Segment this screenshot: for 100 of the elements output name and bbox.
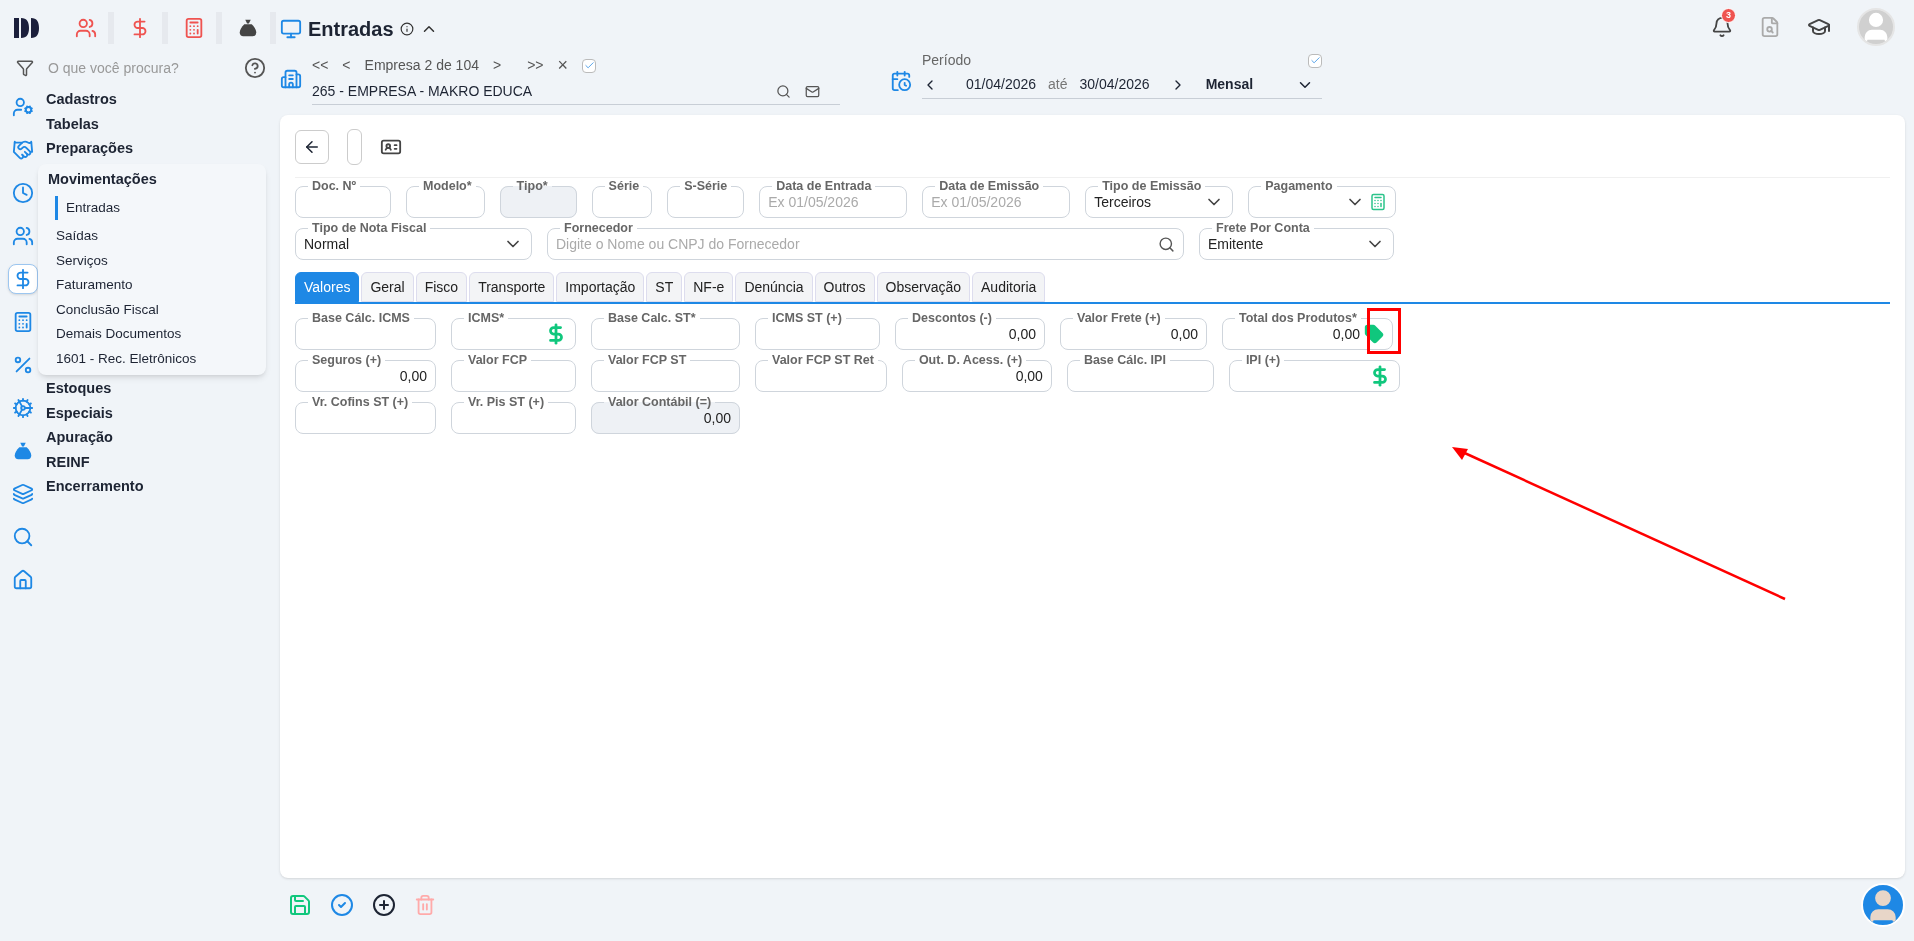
input-field[interactable]: Base Calc. ST* (591, 312, 740, 350)
back-button[interactable] (295, 130, 329, 164)
building-icon (280, 68, 302, 90)
menu-item[interactable]: Estoques (46, 377, 266, 402)
menu-item[interactable]: Encerramento (46, 475, 266, 500)
field-label: Base Cálc. IPI (1082, 354, 1167, 366)
field-label: Tipo* (515, 180, 549, 192)
input-field[interactable]: Valor FCP (451, 354, 576, 392)
confirm-icon[interactable] (330, 893, 354, 917)
input-field[interactable]: Tipo de Nota Fiscal Normal (295, 222, 532, 260)
field-placeholder: Ex 01/05/2026 (931, 192, 1023, 212)
field-label: Base Calc. ST* (607, 312, 697, 324)
field-value: 0,00 (398, 366, 427, 386)
submenu-item[interactable]: 1601 - Rec. Eletrônicos (48, 346, 266, 371)
document-search-icon[interactable] (1759, 16, 1781, 38)
input-field[interactable]: Data de Entrada Ex 01/05/2026 (759, 180, 908, 218)
tab[interactable]: Outros (814, 272, 875, 302)
submenu-item[interactable]: Faturamento (48, 273, 266, 298)
input-field[interactable]: Valor Frete (+) 0,00 (1060, 312, 1207, 350)
period-mode[interactable]: Mensal (1205, 74, 1284, 95)
calendar-icon (890, 70, 912, 92)
menu-item[interactable]: Apuração (46, 426, 266, 451)
first-button[interactable]: << (312, 55, 329, 76)
input-field[interactable]: Base Cálc. IPI (1066, 354, 1214, 392)
input-field[interactable]: ICMS* (451, 312, 576, 350)
input-field[interactable]: Valor FCP ST Ret (755, 354, 887, 392)
menu-item[interactable]: Preparações (46, 137, 266, 162)
check-icon (1309, 55, 1321, 66)
input-field[interactable]: Seguros (+) 0,00 (295, 354, 436, 392)
menu-item[interactable]: REINF (46, 450, 266, 475)
next-button[interactable]: > (492, 55, 502, 76)
calculator-icon (1369, 193, 1388, 211)
rail-item[interactable] (8, 264, 38, 294)
checkbox[interactable] (1308, 53, 1322, 68)
field-label: ICMS* (467, 312, 506, 324)
field-label: Vr. Cofins ST (+) (311, 396, 410, 408)
menu-item[interactable]: Cadastros (46, 88, 266, 113)
submenu-item[interactable]: Conclusão Fiscal (48, 297, 266, 322)
calculator-icon (12, 311, 34, 333)
input-field[interactable]: Valor FCP ST (591, 354, 740, 392)
input-field[interactable]: ICMS ST (+) (755, 312, 880, 350)
input-field[interactable]: Série (591, 180, 653, 218)
input-field[interactable]: Base Cálc. ICMS (295, 312, 436, 350)
input-field[interactable]: IPI (+) (1228, 354, 1400, 392)
clear-button[interactable]: × (557, 52, 568, 79)
tab[interactable]: NF-e (684, 272, 734, 302)
add-icon[interactable] (372, 893, 396, 917)
input-field[interactable]: Vr. Cofins ST (+) (295, 396, 436, 434)
tab[interactable]: Transporte (469, 272, 555, 302)
input-field[interactable]: Doc. Nº (295, 180, 391, 218)
menu-item[interactable]: Movimentações (48, 167, 266, 192)
assistant-avatar[interactable] (1861, 883, 1905, 927)
last-button[interactable]: >> (527, 55, 544, 76)
tab[interactable]: ST (646, 272, 683, 302)
input-field[interactable]: Frete Por Conta Emitente (1199, 222, 1394, 260)
search-icon[interactable] (776, 84, 791, 99)
field-value: 0,00 (1007, 324, 1036, 344)
users-icon (75, 17, 97, 39)
input-field[interactable]: Tipo de Emissão Terceiros (1085, 180, 1234, 218)
help-icon[interactable] (244, 57, 266, 79)
save-icon[interactable] (288, 893, 312, 917)
input-field[interactable]: Vr. Pis ST (+) (451, 396, 576, 434)
filter-icon[interactable] (16, 59, 34, 77)
input-field[interactable]: Total dos Produtos* 0,00 (1222, 312, 1393, 350)
submenu-item[interactable]: Saídas (48, 224, 266, 249)
start-date[interactable]: 01/04/2026 (966, 74, 1037, 95)
home-icon (12, 569, 34, 591)
menu-item[interactable]: Especiais (46, 401, 266, 426)
input-field[interactable]: Out. D. Acess. (+) 0,00 (901, 354, 1052, 392)
field-label: Valor FCP (467, 354, 529, 366)
tab[interactable]: Importação (556, 272, 645, 302)
company-field[interactable]: 265 - EMPRESA - MAKRO EDUCA (312, 81, 762, 102)
submenu-item[interactable]: Demais Documentos (48, 322, 266, 347)
tab[interactable]: Geral (361, 272, 414, 302)
input-field[interactable]: Modelo* (406, 180, 485, 218)
mail-icon[interactable] (805, 84, 820, 99)
tab[interactable]: Denúncia (735, 272, 813, 302)
input-field[interactable]: S-Série (667, 180, 745, 218)
end-date[interactable]: 30/04/2026 (1079, 74, 1150, 95)
info-icon[interactable] (399, 22, 414, 36)
layers-icon (12, 483, 34, 505)
tab[interactable]: Fisco (415, 272, 468, 302)
input-field[interactable]: Fornecedor Digite o Nome ou CNPJ do Fornecedor (547, 222, 1184, 260)
input-field[interactable]: Pagamento (1248, 180, 1397, 218)
page-title: Entradas (308, 17, 394, 42)
checkbox[interactable] (582, 58, 596, 73)
submenu-item[interactable]: Serviços (48, 248, 266, 273)
input-field[interactable]: Descontos (-) 0,00 (895, 312, 1045, 350)
bell-icon[interactable] (1711, 16, 1733, 38)
menu-item[interactable]: Tabelas (46, 112, 266, 137)
tab[interactable]: Auditoria (972, 272, 1046, 302)
highlight-box (1367, 308, 1401, 354)
user-gear-icon (12, 96, 34, 118)
input-field[interactable]: Data de Emissão Ex 01/05/2026 (922, 180, 1071, 218)
previous-button[interactable]: < (342, 55, 351, 76)
tab[interactable]: Observação (876, 272, 971, 302)
field-label: IPI (+) (1244, 354, 1282, 366)
tab[interactable]: Valores (295, 272, 360, 302)
percent-icon (12, 354, 34, 376)
submenu-item[interactable]: Entradas (55, 195, 266, 220)
